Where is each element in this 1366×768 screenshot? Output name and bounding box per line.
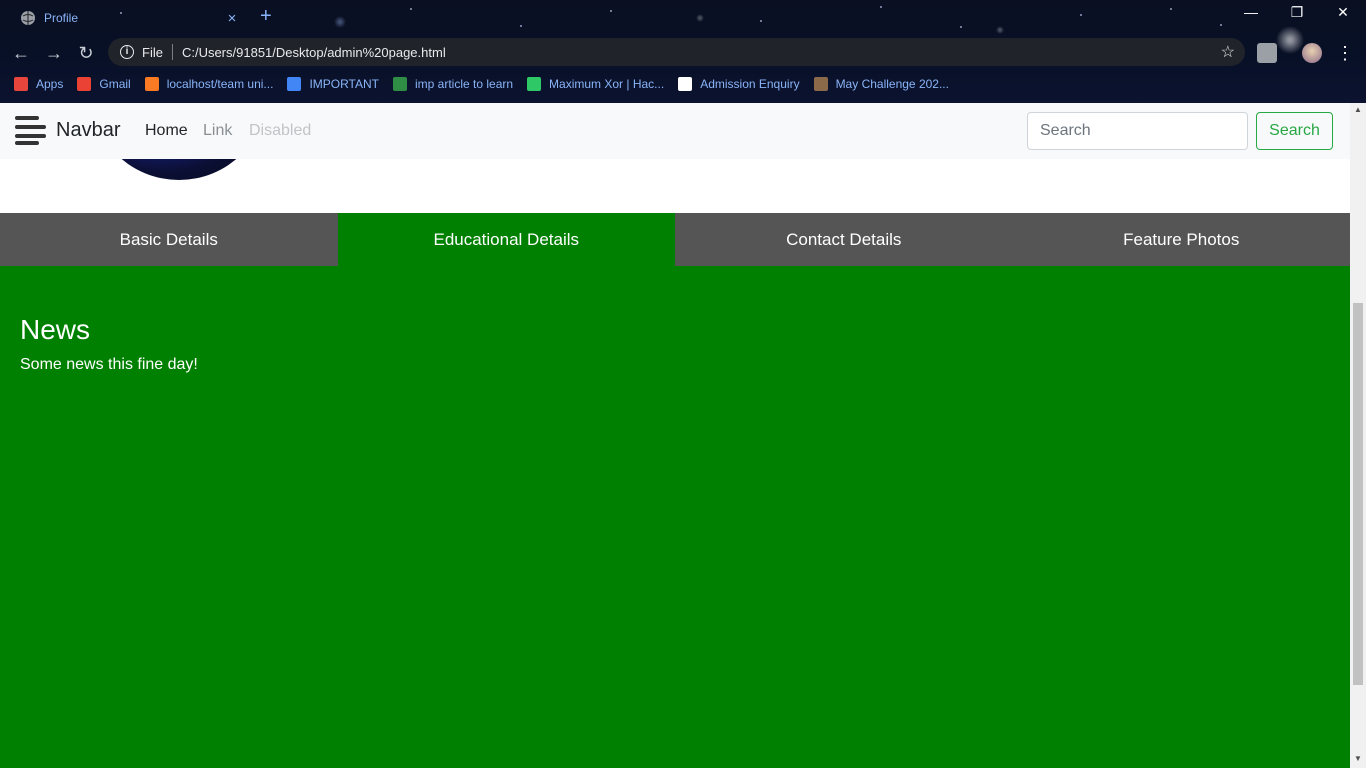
bookmark-item[interactable]: Apps	[14, 77, 63, 91]
address-bar[interactable]: i File C:/Users/91851/Desktop/admin%20pa…	[108, 38, 1245, 66]
browser-chrome: Profile × + — ❐ ✕ ← → ↻ i File C:/Users/…	[0, 0, 1366, 103]
address-prefix: File	[142, 44, 163, 60]
tab-close-icon[interactable]: ×	[224, 10, 240, 27]
bookmark-label: Maximum Xor | Hac...	[549, 77, 665, 91]
forward-arrow-icon[interactable]: →	[43, 42, 65, 64]
codechef-icon	[813, 77, 828, 91]
gmail-icon	[77, 77, 92, 91]
bookmark-label: Admission Enquiry	[700, 77, 800, 91]
tab-contact-details[interactable]: Contact Details	[675, 213, 1013, 266]
tutorial-icon	[287, 77, 302, 91]
bookmark-item[interactable]: IMPORTANT	[287, 77, 379, 91]
nav-link-disabled: Disabled	[249, 122, 312, 139]
page-viewport: Navbar Home Link Disabled Search Basic D…	[0, 103, 1350, 768]
bookmark-item[interactable]: Gmail	[77, 77, 131, 91]
browser-tab-profile[interactable]: Profile ×	[8, 2, 248, 34]
scroll-up-arrow-icon[interactable]: ▲	[1353, 105, 1363, 117]
info-icon[interactable]: i	[120, 45, 134, 59]
content-text: Some news this fine day!	[20, 356, 198, 373]
bookmark-label: imp article to learn	[415, 77, 514, 91]
tab-title: Profile	[44, 11, 79, 25]
minimize-button[interactable]: —	[1236, 4, 1266, 20]
apps-grid-icon	[14, 77, 28, 91]
reload-icon[interactable]: ↻	[75, 42, 97, 64]
restore-button[interactable]: ❐	[1282, 4, 1312, 21]
globe-icon	[678, 77, 693, 91]
nav-link-link[interactable]: Link	[203, 122, 232, 140]
tab-feature-photos[interactable]: Feature Photos	[1013, 213, 1351, 266]
extension-icon[interactable]	[1257, 43, 1277, 63]
search-input[interactable]	[1027, 112, 1248, 150]
navbar-toggler-icon[interactable]	[15, 116, 46, 146]
bookmark-item[interactable]: Admission Enquiry	[678, 77, 800, 91]
bookmark-label: localhost/team uni...	[166, 77, 274, 91]
bookmarks-bar: Apps Gmail localhost/team uni... IMPORTANT i…	[0, 72, 1366, 96]
scroll-down-arrow-icon[interactable]: ▼	[1353, 754, 1363, 766]
tab-educational-details[interactable]: Educational Details	[337, 213, 675, 266]
address-url[interactable]: C:/Users/91851/Desktop/admin%20page.html	[182, 45, 1221, 60]
back-arrow-icon[interactable]: ←	[10, 42, 32, 64]
new-tab-button[interactable]: +	[260, 5, 272, 28]
menu-kebab-icon[interactable]: ⋮	[1334, 42, 1356, 64]
nav-link-home[interactable]: Home	[145, 122, 188, 140]
bookmark-label: Apps	[36, 77, 64, 91]
bookmark-label: IMPORTANT	[309, 77, 379, 91]
bookmark-item[interactable]: imp article to learn	[393, 77, 513, 91]
globe-icon	[21, 11, 35, 25]
profile-avatar-icon[interactable]	[1302, 43, 1322, 63]
bookmark-label: May Challenge 202...	[835, 77, 949, 91]
bookmark-item[interactable]: Maximum Xor | Hac...	[527, 77, 664, 91]
address-separator	[171, 44, 173, 60]
bookmark-item[interactable]: May Challenge 202...	[813, 77, 949, 91]
gfg-icon	[393, 77, 407, 91]
scrollbar-thumb[interactable]	[1353, 303, 1363, 685]
hackerrank-icon	[527, 77, 542, 91]
close-window-button[interactable]: ✕	[1328, 4, 1358, 21]
browser-toolbar: ← → ↻ i File C:/Users/91851/Desktop/admi…	[0, 36, 1366, 70]
bookmark-label: Gmail	[99, 77, 131, 91]
search-button[interactable]: Search	[1256, 112, 1333, 150]
tab-basic-details[interactable]: Basic Details	[0, 213, 338, 266]
bookmark-star-icon[interactable]: ☆	[1221, 42, 1235, 62]
profile-tabs: Basic Details Educational Details Contac…	[0, 213, 1350, 266]
bookmark-item[interactable]: localhost/team uni...	[144, 77, 274, 91]
content-heading: News	[20, 314, 91, 345]
vertical-scrollbar[interactable]: ▲ ▼	[1350, 103, 1366, 768]
tab-content-panel: News Some news this fine day!	[0, 266, 1350, 768]
xampp-icon	[144, 77, 159, 91]
navbar-brand[interactable]: Navbar	[56, 119, 120, 142]
top-navbar: Navbar Home Link Disabled Search	[0, 103, 1350, 159]
